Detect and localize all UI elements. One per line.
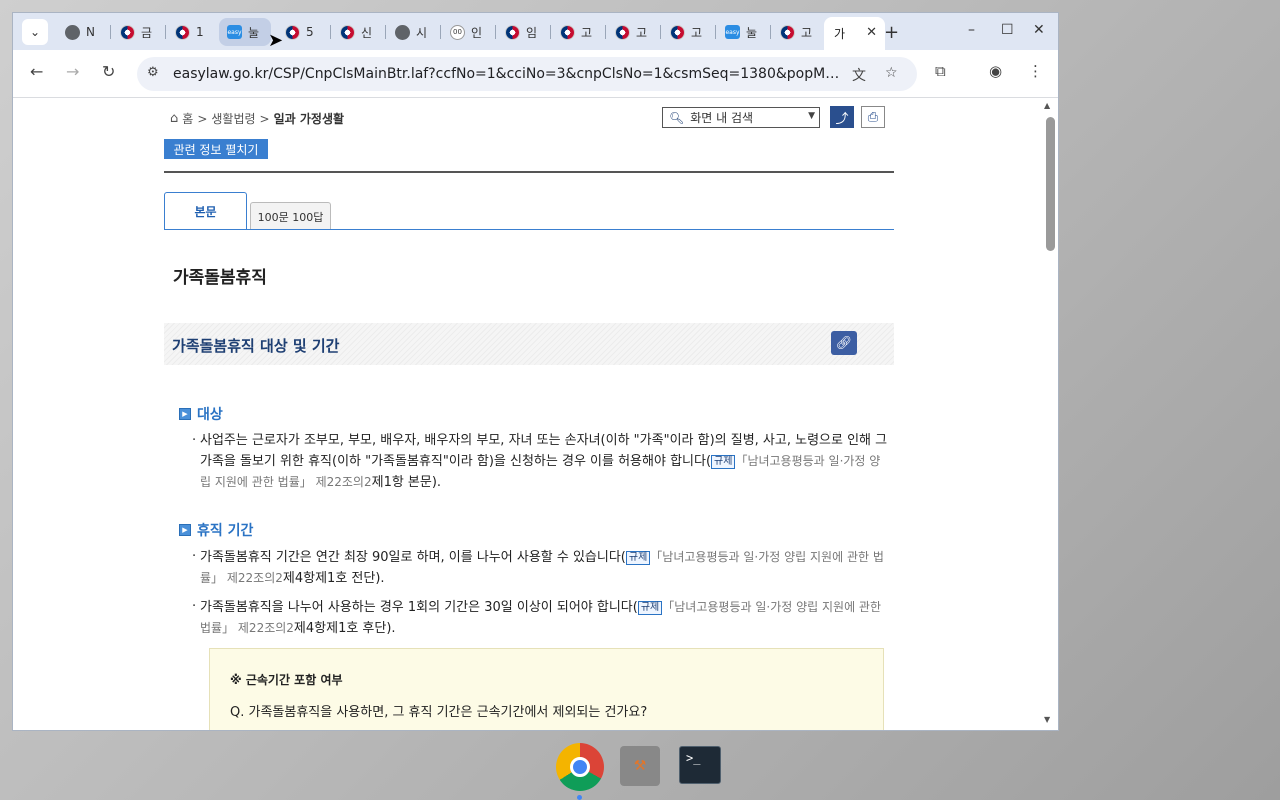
tab[interactable]: 임 bbox=[497, 18, 551, 46]
kr-flag-icon bbox=[120, 24, 135, 40]
tab[interactable]: 신 bbox=[332, 18, 386, 46]
breadcrumb-level1[interactable]: 생활법령 bbox=[211, 110, 255, 127]
regulation-tag[interactable]: 규제 bbox=[711, 455, 736, 469]
share-button[interactable]: ⤴ bbox=[830, 106, 854, 128]
section-header: 가족돌봄휴직 대상 및 기간 🔗︎ bbox=[164, 323, 894, 365]
tab[interactable]: N bbox=[57, 18, 111, 46]
running-indicator bbox=[577, 795, 582, 800]
scroll-up-icon[interactable]: ▲ bbox=[1044, 101, 1050, 110]
tab-search-button[interactable]: ⌄ bbox=[22, 19, 48, 45]
rk-icon: 00 bbox=[450, 24, 465, 40]
paragraph: · 가족돌봄휴직 기간은 연간 최장 90일로 하며, 이를 나누어 사용할 수… bbox=[192, 549, 884, 586]
terminal-app-icon[interactable]: >_ bbox=[679, 746, 721, 784]
url-text[interactable]: easylaw.go.kr/CSP/CnpClsMainBtr.laf?ccfN… bbox=[173, 66, 843, 82]
minimize-button[interactable]: – bbox=[968, 22, 975, 38]
chevron-down-icon: ⌄ bbox=[29, 25, 41, 39]
breadcrumb-current: 일과 가정생활 bbox=[273, 112, 345, 126]
translate-icon[interactable]: 文 bbox=[852, 65, 866, 85]
chrome-app-icon[interactable] bbox=[556, 743, 604, 791]
regulation-tag[interactable]: 규제 bbox=[625, 551, 651, 565]
mouse-cursor-icon: ➤ bbox=[268, 30, 284, 51]
breadcrumb: ⌂ 홈 > 생활법령 > 일과 가정생활 bbox=[170, 110, 345, 127]
kr-flag-icon bbox=[285, 24, 300, 40]
paragraph: · 사업주는 근로자가 조부모, 부모, 배우자, 배우자의 부모, 자녀 또는… bbox=[192, 433, 888, 490]
arrow-box-icon: ▶ bbox=[179, 524, 191, 536]
hammer-icon: ⚒ bbox=[633, 758, 647, 774]
kr-flag-icon bbox=[505, 24, 520, 40]
link-icon: 🔗︎ bbox=[835, 335, 853, 351]
bookmark-star-icon[interactable]: ☆ bbox=[885, 65, 898, 81]
globe-icon bbox=[65, 24, 80, 40]
close-icon[interactable]: ✕ bbox=[866, 25, 877, 40]
related-info-button[interactable]: 관련 정보 펼치기 bbox=[164, 139, 268, 159]
kr-flag-icon bbox=[560, 24, 575, 40]
tool-app-icon[interactable]: ⚒ bbox=[620, 746, 660, 786]
paragraph: · 가족돌봄휴직을 나누어 사용하는 경우 1회의 기간은 30일 이상이 되어… bbox=[192, 599, 882, 636]
divider bbox=[164, 171, 894, 173]
share-icon: ⤴ bbox=[835, 111, 849, 127]
tab[interactable]: easy 눌 bbox=[219, 18, 271, 46]
tab[interactable]: 고 bbox=[662, 18, 716, 46]
extensions-icon[interactable]: ⧉ bbox=[935, 62, 946, 80]
search-icon: 🔍︎ bbox=[669, 110, 685, 125]
kr-flag-icon bbox=[175, 24, 190, 40]
subheading-target: ▶ 대상 bbox=[179, 404, 223, 424]
home-icon[interactable]: ⌂ bbox=[170, 111, 178, 126]
breadcrumb-home[interactable]: 홈 bbox=[182, 110, 193, 127]
page-viewport: ⌂ 홈 > 생활법령 > 일과 가정생활 🔍︎ 화면 내 검색 ▼ ⤴ ⎙ 관련… bbox=[13, 98, 1043, 730]
subheading-period: ▶ 휴직 기간 bbox=[179, 520, 253, 540]
tab-strip: ⌄ N 금 1 easy 눌 5 신 시 00 인 임 고 고 고 easy 눌 고 … bbox=[13, 13, 1058, 50]
profile-icon[interactable]: ◉ bbox=[989, 62, 1002, 80]
tab[interactable]: 시 bbox=[387, 18, 441, 46]
address-bar[interactable]: ⚙ easylaw.go.kr/CSP/CnpClsMainBtr.laf?cc… bbox=[137, 57, 917, 91]
globe-icon bbox=[395, 24, 410, 40]
scrollbar-thumb[interactable] bbox=[1046, 117, 1055, 251]
tab[interactable]: 1 bbox=[167, 18, 221, 46]
forward-icon[interactable]: → bbox=[66, 62, 79, 81]
page-title: 가족돌봄휴직 bbox=[173, 268, 267, 288]
scroll-down-icon[interactable]: ▼ bbox=[1044, 715, 1050, 724]
arrow-box-icon: ▶ bbox=[179, 408, 191, 420]
kr-flag-icon bbox=[615, 24, 630, 40]
easylaw-icon: easy bbox=[227, 25, 242, 39]
copy-link-button[interactable]: 🔗︎ bbox=[831, 331, 857, 355]
kr-flag-icon bbox=[670, 24, 685, 40]
browser-toolbar: ← → ↻ ⚙ easylaw.go.kr/CSP/CnpClsMainBtr.… bbox=[13, 50, 1058, 98]
print-button[interactable]: ⎙ bbox=[861, 106, 885, 128]
tab[interactable]: 금 bbox=[112, 18, 166, 46]
reload-icon[interactable]: ↻ bbox=[102, 62, 115, 81]
site-info-icon[interactable]: ⚙ bbox=[147, 65, 159, 80]
tab-main-content[interactable]: 본문 bbox=[164, 192, 247, 230]
note-title: ※ 근속기간 포함 여부 bbox=[230, 673, 343, 687]
new-tab-button[interactable]: + bbox=[884, 22, 899, 43]
maximize-button[interactable]: ☐ bbox=[1001, 22, 1014, 38]
section-title: 가족돌봄휴직 대상 및 기간 bbox=[172, 337, 340, 355]
note-question: Q. 가족돌봄휴직을 사용하면, 그 휴직 기간은 근속기간에서 제외되는 건가… bbox=[230, 705, 648, 720]
active-tab[interactable]: 가 ✕ bbox=[824, 17, 885, 50]
menu-dots-icon[interactable]: ⋮ bbox=[1028, 62, 1043, 80]
printer-icon: ⎙ bbox=[867, 109, 879, 125]
tab[interactable]: easy 눌 bbox=[717, 18, 771, 46]
easylaw-icon: easy bbox=[725, 25, 740, 39]
tab[interactable]: 고 bbox=[772, 18, 824, 46]
back-icon[interactable]: ← bbox=[30, 62, 43, 81]
page-search-select[interactable]: 🔍︎ 화면 내 검색 ▼ bbox=[662, 107, 820, 128]
tab[interactable]: 고 bbox=[607, 18, 661, 46]
kr-flag-icon bbox=[340, 24, 355, 40]
close-window-button[interactable]: ✕ bbox=[1033, 22, 1045, 38]
regulation-tag[interactable]: 규제 bbox=[637, 601, 663, 615]
browser-window: ⌄ N 금 1 easy 눌 5 신 시 00 인 임 고 고 고 easy 눌 고 … bbox=[12, 12, 1059, 731]
tab[interactable]: 고 bbox=[552, 18, 606, 46]
tab-qa[interactable]: 100문 100답 bbox=[250, 202, 331, 230]
tab[interactable]: 00 인 bbox=[442, 18, 496, 46]
kr-flag-icon bbox=[780, 24, 795, 40]
dropdown-arrow-icon: ▼ bbox=[808, 111, 815, 121]
tab[interactable]: 5 bbox=[277, 18, 331, 46]
info-note-box: ※ 근속기간 포함 여부 Q. 가족돌봄휴직을 사용하면, 그 휴직 기간은 근… bbox=[209, 648, 884, 730]
